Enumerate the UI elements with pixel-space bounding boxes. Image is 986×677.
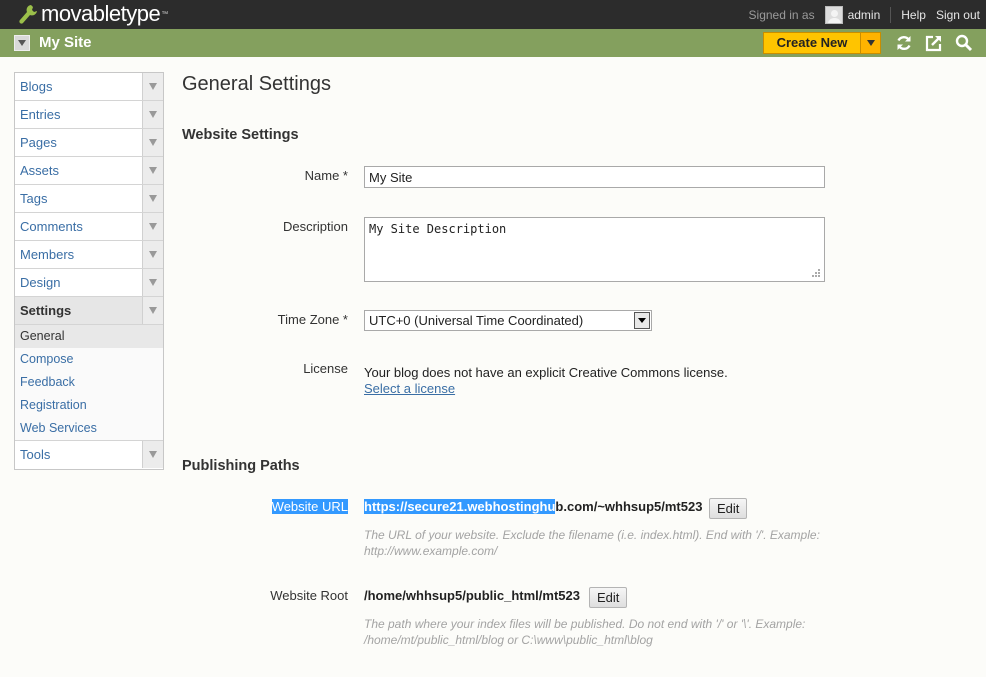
sidebar-item-comments[interactable]: Comments	[15, 213, 163, 241]
website-url-selected-text: https://secure21.webhostinghu	[364, 499, 556, 514]
license-label: License	[303, 361, 348, 376]
search-icon[interactable]	[955, 34, 973, 52]
chevron-down-icon	[149, 307, 157, 314]
chevron-down-icon	[149, 223, 157, 230]
site-name[interactable]: My Site	[39, 34, 92, 51]
sidebar-item-label[interactable]: Pages	[20, 135, 57, 150]
chevron-down-icon	[149, 139, 157, 146]
expand-arrow[interactable]	[142, 129, 163, 156]
select-license-link[interactable]: Select a license	[364, 381, 455, 396]
website-url-hint: The URL of your website. Exclude the fil…	[364, 528, 820, 558]
website-root-hint: The path where your index files will be …	[364, 617, 806, 647]
sidebar-item-label[interactable]: Members	[20, 247, 74, 262]
expand-arrow[interactable]	[142, 213, 163, 240]
license-status-text: Your blog does not have an explicit Crea…	[364, 365, 728, 380]
expand-arrow[interactable]	[142, 73, 163, 100]
submenu-item-compose[interactable]: Compose	[15, 348, 163, 371]
sidebar-item-label[interactable]: Design	[20, 275, 60, 290]
chevron-down-icon	[866, 40, 875, 46]
sidebar-item-label[interactable]: Assets	[20, 163, 59, 178]
sidebar-item-tools[interactable]: Tools	[15, 441, 163, 469]
sign-out-link[interactable]: Sign out	[936, 8, 980, 22]
sidebar-item-pages[interactable]: Pages	[15, 129, 163, 157]
logo-text: movabletype	[41, 1, 161, 26]
settings-submenu: General Compose Feedback Registration We…	[15, 325, 163, 441]
divider	[890, 6, 892, 23]
sidebar-item-entries[interactable]: Entries	[15, 101, 163, 129]
sidebar-item-settings[interactable]: Settings	[15, 297, 163, 325]
resize-grip-icon[interactable]	[811, 268, 821, 278]
chevron-down-icon	[638, 318, 646, 323]
expand-arrow[interactable]	[142, 185, 163, 212]
user-area: Signed in as admin Help Sign out	[749, 0, 980, 29]
edit-website-url-button[interactable]: Edit	[709, 498, 748, 519]
chevron-down-icon	[149, 167, 157, 174]
expand-arrow[interactable]	[142, 241, 163, 268]
submenu-item-web-services[interactable]: Web Services	[15, 417, 163, 440]
chevron-down-icon	[149, 251, 157, 258]
edit-website-root-button[interactable]: Edit	[589, 587, 628, 608]
site-switcher-button[interactable]	[14, 35, 30, 51]
sidebar-item-tags[interactable]: Tags	[15, 185, 163, 213]
signed-in-label: Signed in as	[748, 7, 815, 22]
timezone-selected-value: UTC+0 (Universal Time Coordinated)	[369, 313, 584, 328]
logo-trademark: ™	[161, 10, 169, 18]
sidebar-menu: Blogs Entries Pages Assets Tags Comments…	[14, 72, 164, 470]
timezone-label: Time Zone *	[277, 312, 348, 327]
sidebar-item-label[interactable]: Tags	[20, 191, 47, 206]
expand-arrow[interactable]	[142, 157, 163, 184]
sidebar-item-label[interactable]: Comments	[20, 219, 83, 234]
chevron-down-icon	[149, 83, 157, 90]
website-root-value: /home/whhsup5/public_html/mt523	[364, 588, 580, 603]
description-text: My Site Description	[369, 222, 507, 236]
site-bar: My Site Create New	[0, 29, 986, 57]
sidebar-item-members[interactable]: Members	[15, 241, 163, 269]
name-label: Name *	[304, 168, 348, 183]
website-url-rest-text: b.com/~whhsup5/mt523	[555, 499, 703, 514]
publishing-paths-heading: Publishing Paths	[182, 458, 300, 474]
chevron-down-icon	[149, 195, 157, 202]
sidebar-item-label[interactable]: Entries	[20, 107, 60, 122]
expand-arrow[interactable]	[142, 297, 163, 324]
name-field[interactable]: My Site	[364, 166, 825, 188]
view-site-icon[interactable]	[925, 34, 943, 52]
expand-arrow[interactable]	[142, 441, 163, 468]
submenu-item-registration[interactable]: Registration	[15, 394, 163, 417]
submenu-item-feedback[interactable]: Feedback	[15, 371, 163, 394]
username-link[interactable]: admin	[848, 8, 881, 22]
avatar[interactable]	[824, 5, 843, 24]
chevron-down-icon	[149, 111, 157, 118]
expand-arrow[interactable]	[142, 101, 163, 128]
page-title: General Settings	[182, 73, 331, 95]
create-new-label[interactable]: Create New	[764, 33, 860, 53]
create-new-button[interactable]: Create New	[763, 32, 881, 54]
website-url-value: https://secure21.webhostinghub.com/~whhs…	[364, 499, 702, 514]
website-url-label: Website URL	[182, 499, 348, 514]
website-settings-heading: Website Settings	[182, 127, 299, 143]
website-url-label-text: Website URL	[271, 499, 348, 514]
website-root-label: Website Root	[270, 588, 348, 603]
sidebar-item-label[interactable]: Tools	[20, 447, 50, 462]
sidebar-item-label[interactable]: Blogs	[20, 79, 53, 94]
sidebar-item-design[interactable]: Design	[15, 269, 163, 297]
sidebar-item-assets[interactable]: Assets	[15, 157, 163, 185]
submenu-item-general[interactable]: General	[15, 325, 163, 348]
help-link[interactable]: Help	[901, 8, 926, 22]
sidebar-item-label[interactable]: Settings	[20, 303, 71, 318]
refresh-icon[interactable]	[895, 34, 913, 52]
wrench-logo-icon	[19, 5, 37, 24]
description-label: Description	[282, 219, 348, 234]
create-new-dropdown[interactable]	[860, 33, 880, 53]
sidebar-item-blogs[interactable]: Blogs	[15, 73, 163, 101]
movabletype-logo[interactable]: movabletype ™	[18, 2, 168, 26]
chevron-down-icon	[149, 279, 157, 286]
timezone-select[interactable]: UTC+0 (Universal Time Coordinated)	[364, 310, 652, 331]
chevron-down-icon	[18, 40, 26, 46]
chevron-down-icon	[149, 451, 157, 458]
select-dropdown-button[interactable]	[634, 312, 650, 329]
description-field[interactable]: My Site Description	[364, 217, 825, 282]
expand-arrow[interactable]	[142, 269, 163, 296]
top-bar: movabletype ™ Signed in as admin Help Si…	[0, 0, 986, 29]
